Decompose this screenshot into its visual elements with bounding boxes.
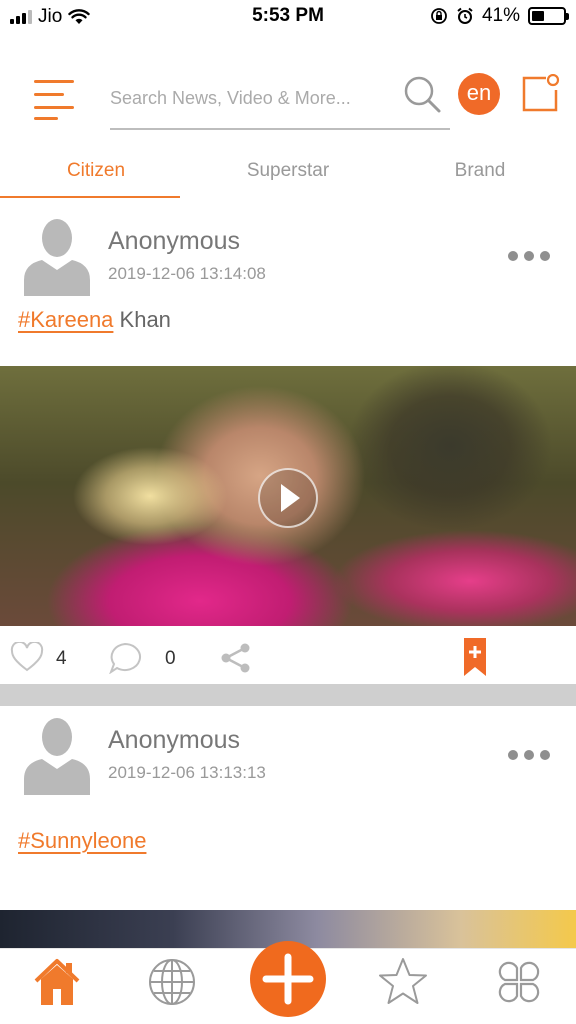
search-input[interactable] — [110, 80, 390, 116]
bottom-nav — [0, 941, 576, 1024]
tab-superstar[interactable]: Superstar — [192, 148, 384, 200]
add-post-button[interactable] — [250, 941, 326, 1017]
menu-button[interactable] — [34, 78, 76, 120]
avatar[interactable] — [24, 218, 90, 296]
comment-count: 0 — [165, 648, 176, 669]
nav-apps[interactable] — [492, 955, 546, 1009]
apps-icon — [498, 961, 540, 1003]
hashtag-link[interactable]: #Sunnyleone — [18, 828, 146, 853]
more-options-button[interactable] — [508, 748, 550, 762]
battery-icon — [528, 7, 569, 25]
tab-citizen[interactable]: Citizen — [0, 148, 192, 200]
nav-home[interactable] — [32, 955, 86, 1009]
language-button[interactable]: en — [458, 73, 500, 115]
alarm-icon — [457, 7, 473, 24]
play-icon — [281, 484, 300, 512]
search-bar — [110, 72, 450, 130]
nav-favorites[interactable] — [376, 955, 430, 1009]
search-icon — [404, 76, 441, 113]
star-icon — [379, 958, 427, 1004]
hashtag-link[interactable]: #Kareena — [18, 307, 113, 332]
nav-explore[interactable] — [146, 955, 200, 1009]
tab-brand[interactable]: Brand — [384, 148, 576, 200]
like-count: 4 — [56, 648, 67, 669]
battery-percent: 41% — [481, 5, 520, 26]
post-timestamp: 2019-12-06 13:13:13 — [108, 763, 266, 782]
compose-button[interactable] — [520, 73, 560, 114]
more-icon — [508, 251, 518, 261]
avatar[interactable] — [24, 717, 90, 795]
post-author[interactable]: Anonymous — [108, 227, 240, 256]
active-tab-indicator — [0, 196, 180, 198]
more-options-button[interactable] — [508, 249, 550, 263]
play-button[interactable] — [258, 468, 318, 528]
more-icon — [508, 750, 518, 760]
like-icon[interactable] — [10, 642, 44, 672]
search-button[interactable] — [402, 74, 442, 114]
rotation-lock-icon — [431, 8, 447, 24]
caption-text: Khan — [113, 307, 171, 332]
bookmark-icon[interactable] — [464, 638, 486, 676]
add-icon — [262, 953, 314, 1005]
category-tabs: Citizen Superstar Brand — [0, 148, 576, 200]
status-right: 41% — [430, 5, 569, 27]
menu-icon — [34, 80, 74, 83]
post-caption: #Sunnyleone — [18, 828, 146, 854]
post-caption: #Kareena Khan — [18, 307, 171, 333]
globe-icon — [149, 959, 195, 1005]
post-timestamp: 2019-12-06 13:14:08 — [108, 264, 266, 283]
post-actions: 4 0 — [0, 630, 576, 684]
post-author[interactable]: Anonymous — [108, 726, 240, 755]
post-divider — [0, 684, 576, 706]
comment-icon[interactable] — [108, 642, 142, 674]
share-icon[interactable] — [220, 642, 252, 674]
battery-fill — [532, 11, 545, 21]
video-thumbnail[interactable] — [0, 366, 576, 626]
app-header: en — [0, 60, 576, 140]
compose-icon — [522, 73, 560, 112]
status-bar: Jio 5:53 PM 41% — [0, 0, 576, 34]
home-icon — [34, 959, 80, 1005]
